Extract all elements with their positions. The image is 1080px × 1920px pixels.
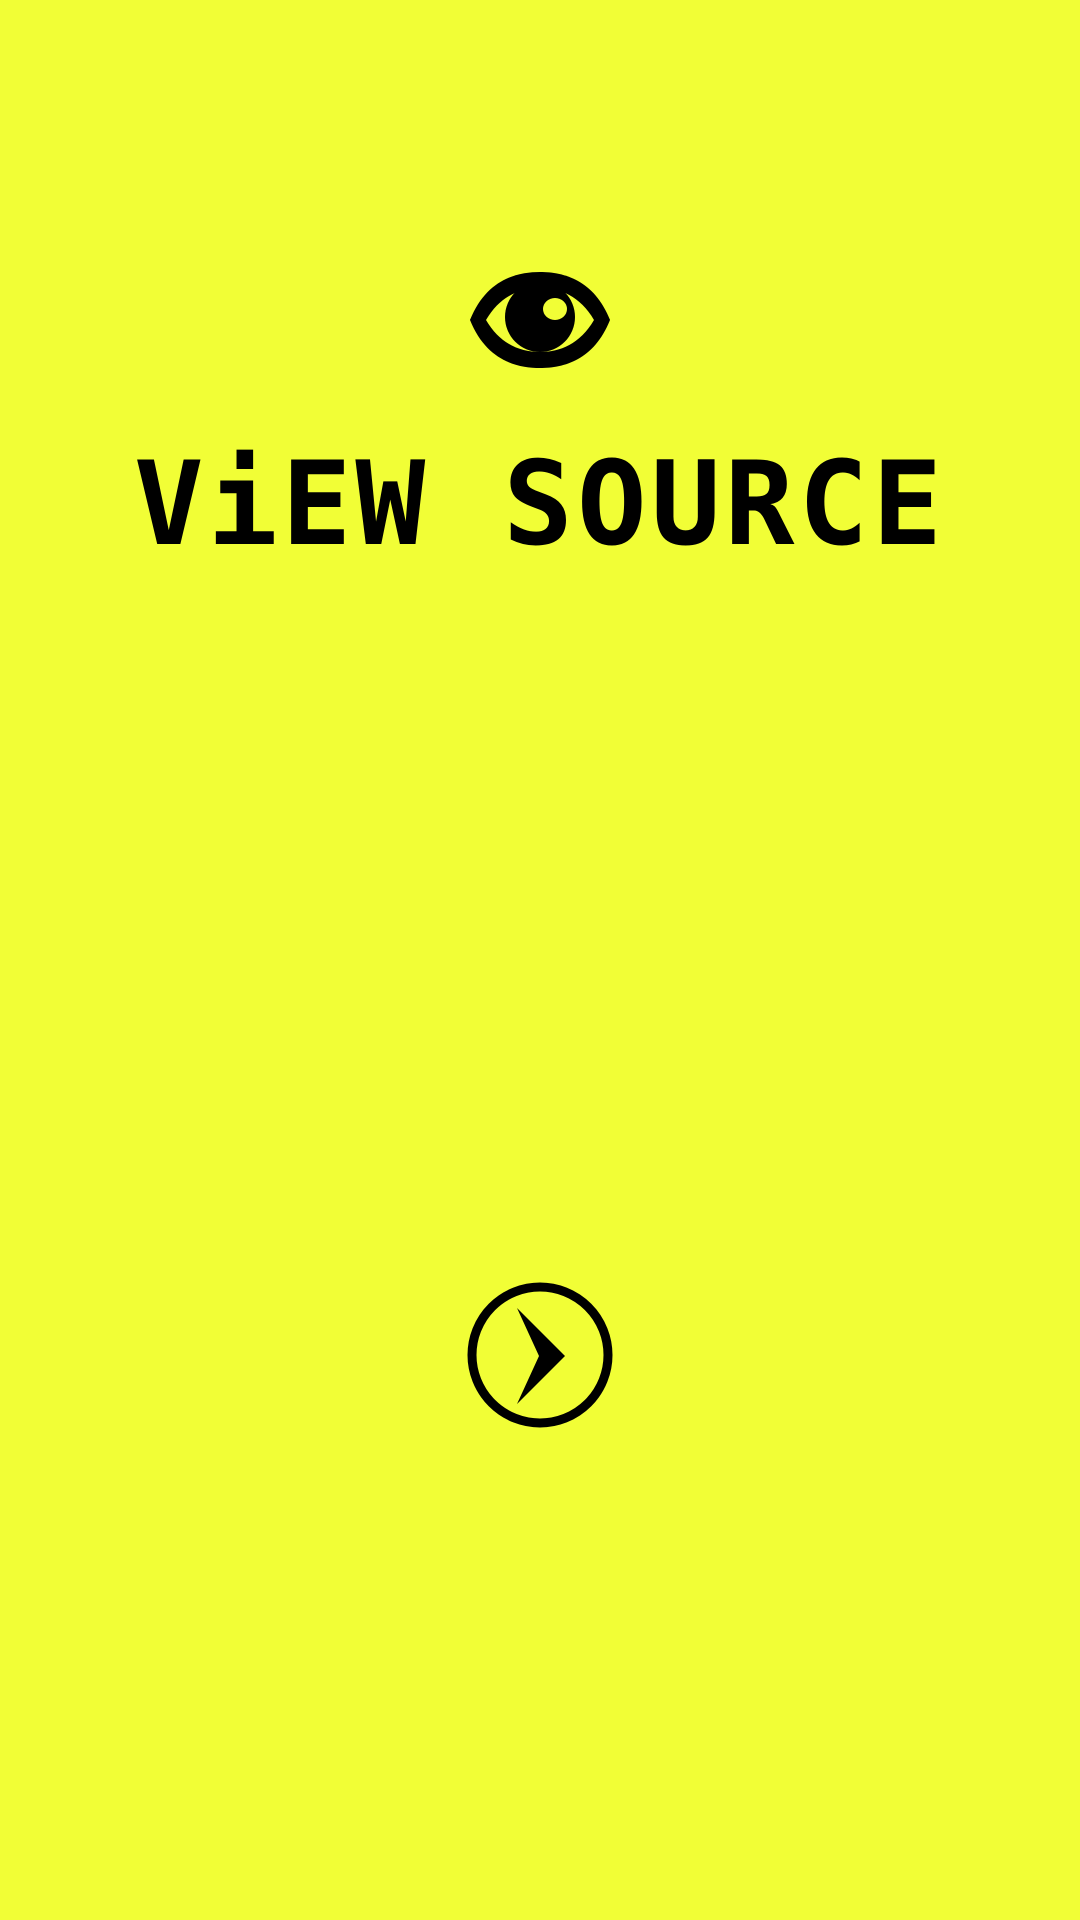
app-screen: ViEW SOURCE — [0, 0, 1080, 1920]
page-title: ViEW SOURCE — [133, 437, 947, 572]
eye-icon — [470, 272, 610, 368]
play-arrow-icon — [467, 1282, 613, 1428]
play-button[interactable] — [465, 1280, 615, 1430]
